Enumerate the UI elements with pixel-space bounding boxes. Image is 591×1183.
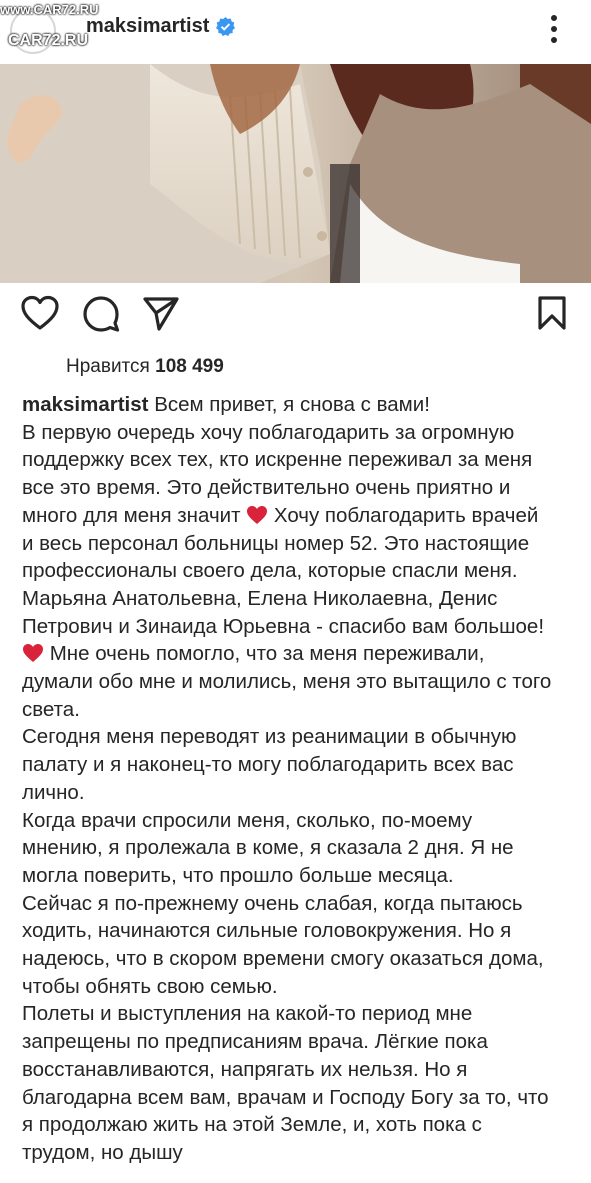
red-heart-icon — [247, 505, 268, 524]
caption-line: поддержку всех тех, кто искренне пережив… — [22, 448, 533, 472]
likes-label: Нравится — [66, 356, 150, 377]
caption-line: думали обо мне и молились, меня это выта… — [22, 670, 552, 694]
caption-username[interactable]: maksimartist — [22, 393, 148, 416]
caption-line: и весь персонал больницы номер 52. Это н… — [22, 531, 530, 555]
caption-line: много для меня значит Хочу поблагодарить… — [22, 503, 539, 527]
post-header: www.CAR72.RU CAR72.RU maksimartist — [0, 0, 591, 64]
caption-line: Сегодня меня переводят из реанимации в о… — [22, 725, 517, 749]
comment-icon[interactable] — [82, 295, 120, 333]
caption-line: чтобы обнять свою семью. — [22, 974, 278, 998]
red-heart-icon — [23, 644, 43, 663]
bottom-edge — [0, 1176, 591, 1183]
caption-line: я продолжаю жить на этой Земле, и, хоть … — [22, 1113, 482, 1137]
caption-line: профессионалы своего дела, которые спасл… — [22, 559, 518, 583]
caption-line: Марьяна Анатольевна, Елена Николаевна, Д… — [22, 586, 498, 610]
caption-line: палату и я наконец-то могу поблагодарить… — [22, 753, 514, 777]
likes-number: 108 499 — [155, 356, 224, 377]
more-options-icon[interactable] — [548, 14, 560, 44]
share-icon[interactable] — [142, 296, 180, 332]
photo-image — [0, 64, 591, 283]
caption-line: maksimartist Всем привет, я снова с вами… — [22, 393, 430, 416]
caption-line: трудом, но дышу — [22, 1140, 183, 1164]
caption-line: все это время. Это действительно очень п… — [22, 476, 511, 500]
caption-line: лично. — [22, 780, 85, 804]
likes-count[interactable]: Нравится 108 499 — [66, 356, 224, 378]
caption-line: восстанавливаются, напрягать их нельзя. … — [22, 1057, 468, 1081]
watermark-logo: CAR72.RU — [8, 32, 89, 49]
caption-line: Мне очень помогло, что за меня переживал… — [22, 640, 578, 668]
caption-line: Сейчас я по-прежнему очень слабая, когда… — [22, 891, 523, 915]
caption-line: могла поверить, что прошло больше месяца… — [22, 863, 454, 887]
caption-line: благодарна всем вам, врачам и Господу Бо… — [22, 1085, 549, 1109]
caption-line: ходить, начинаются сильные головокружени… — [22, 919, 512, 943]
caption-line: Когда врачи спросили меня, сколько, по-м… — [22, 808, 473, 832]
heart-icon[interactable] — [20, 295, 60, 331]
caption-line: Полеты и выступления на какой-то период … — [22, 1002, 473, 1026]
verified-badge-icon — [216, 17, 235, 36]
post-photo[interactable] — [0, 64, 591, 283]
bookmark-icon[interactable] — [537, 295, 567, 331]
caption-line: мнению, я пролежала в коме, я сказала 2 … — [22, 836, 514, 860]
caption-line: В первую очередь хочу поблагодарить за о… — [22, 420, 515, 444]
caption-line: надеюсь, что в скором времени смогу оказ… — [22, 947, 544, 971]
post-caption: maksimartist Всем привет, я снова с вами… — [22, 391, 578, 1167]
caption-line: Петрович и Зинаида Юрьевна - спасибо вам… — [22, 614, 545, 638]
watermark-top: www.CAR72.RU — [0, 2, 99, 17]
caption-line: света. — [22, 697, 80, 721]
post-author-username[interactable]: maksimartist — [86, 15, 209, 38]
post-action-bar — [0, 283, 591, 349]
caption-line: запрещены по предписаниям врача. Лёгкие … — [22, 1030, 488, 1054]
